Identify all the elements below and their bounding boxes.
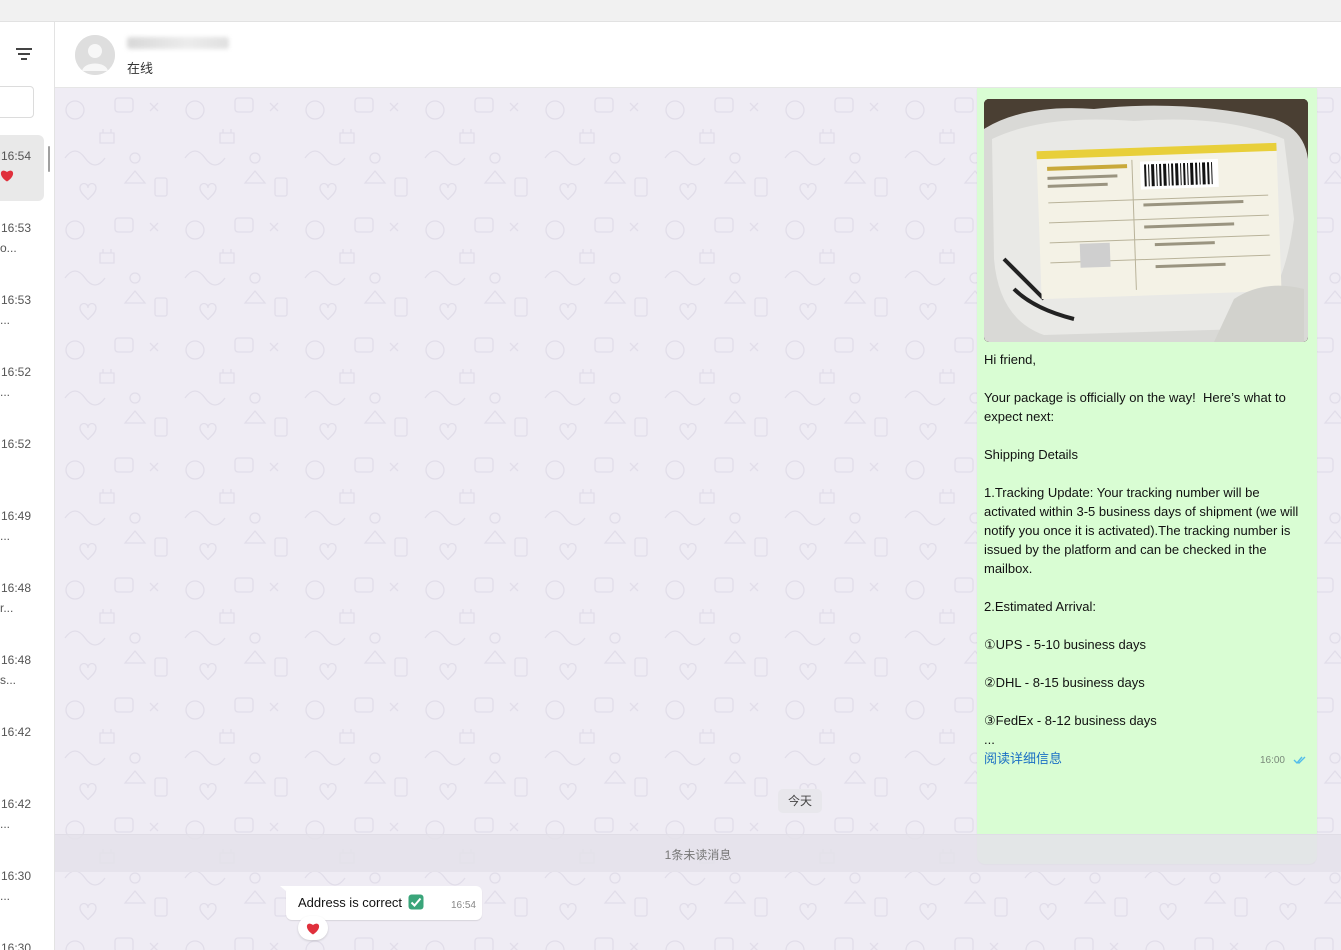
outgoing-message-bubble[interactable]: Hi friend, Your package is officially on… (977, 88, 1317, 864)
heart-icon (306, 922, 320, 935)
chat-preview (0, 169, 14, 185)
chat-time: 16:48 (1, 653, 32, 667)
chat-list-item[interactable]: 16:30... (0, 855, 44, 921)
message-reaction[interactable] (298, 916, 328, 940)
chat-time: 16:52 (1, 437, 32, 451)
chat-preview: ... (0, 817, 11, 831)
chat-preview: ... (0, 529, 11, 543)
chat-list-item[interactable]: 16:53... (0, 279, 44, 345)
scrollbar-thumb[interactable] (48, 146, 50, 172)
chat-list-item[interactable]: 16:48 r... (0, 567, 44, 633)
chat-list-item[interactable]: 16:52 (0, 423, 44, 489)
incoming-message-text: Address is correct (298, 894, 424, 910)
incoming-message-time: 16:54 (450, 900, 476, 911)
outgoing-message-text: Hi friend, Your package is officially on… (984, 352, 1299, 747)
incoming-message-label: Address is correct (298, 895, 403, 910)
double-check-icon (1293, 756, 1306, 765)
heart-icon (0, 169, 14, 182)
chat-list-item[interactable]: 16:54 (0, 135, 44, 201)
chat-list-item[interactable]: 16:48 s... (0, 639, 44, 705)
chat-list-item[interactable]: 16:42 (0, 711, 44, 777)
chat-list-sidebar: 16:54 16:53 o... 16:53... 16:52... 16:52 16:49… (0, 22, 55, 950)
chat-list-item[interactable]: 16:42... (0, 783, 44, 849)
check-mark-button-emoji (408, 894, 424, 910)
chat-time: 16:53 (1, 293, 32, 307)
chat-time: 16:30 (1, 869, 32, 883)
contact-status: 在线 (127, 61, 154, 76)
chat-preview: r... (0, 601, 14, 615)
window-top-bar (0, 0, 1341, 22)
chat-list-item[interactable]: 16:30 (0, 927, 44, 950)
incoming-message-bubble[interactable]: Address is correct 16:54 (286, 886, 482, 920)
chat-messages-area: Hi friend, Your package is officially on… (55, 88, 1341, 950)
package-photo[interactable] (984, 99, 1308, 342)
chat-time: 16:30 (1, 941, 32, 950)
chat-time: 16:52 (1, 365, 32, 379)
date-divider: 今天 (778, 789, 823, 813)
chat-time: 16:49 (1, 509, 32, 523)
avatar[interactable] (75, 35, 115, 75)
unread-messages-divider: 1条未读消息 (55, 834, 1341, 872)
chat-list-item[interactable]: 16:53 o... (0, 207, 44, 273)
chat-preview: s... (0, 673, 17, 687)
chat-header: 在线 (55, 22, 1341, 88)
contact-name-redacted[interactable] (127, 37, 229, 49)
chat-list-item[interactable]: 16:52... (0, 351, 44, 417)
outgoing-message-time: 16:00 (1259, 755, 1285, 766)
unread-messages-label: 1条未读消息 (664, 848, 732, 862)
chat-time: 16:48 (1, 581, 32, 595)
chat-time: 16:42 (1, 725, 32, 739)
read-more-link[interactable]: 阅读详细信息 (984, 748, 1062, 767)
chat-preview: o... (0, 241, 17, 255)
chat-time: 16:42 (1, 797, 32, 811)
chat-preview: ... (0, 385, 11, 399)
chat-list-item[interactable]: 16:49... (0, 495, 44, 561)
filter-icon[interactable] (16, 48, 32, 60)
chat-preview: ... (0, 889, 11, 903)
search-input[interactable] (0, 86, 34, 118)
chat-time: 16:53 (1, 221, 32, 235)
chat-time: 16:54 (1, 149, 32, 163)
chat-preview: ... (0, 313, 11, 327)
